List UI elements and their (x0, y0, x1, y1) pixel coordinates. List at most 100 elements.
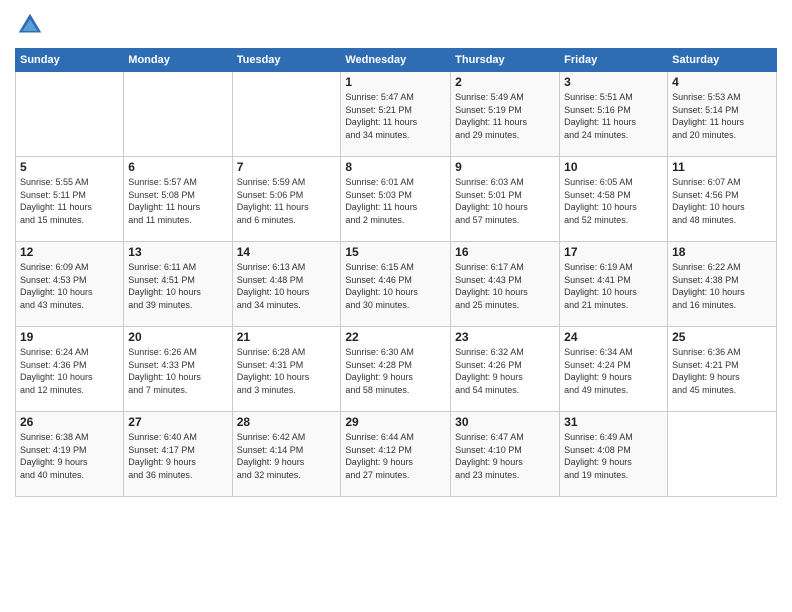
day-cell: 13Sunrise: 6:11 AM Sunset: 4:51 PM Dayli… (124, 242, 232, 327)
day-number: 5 (20, 160, 119, 174)
day-info: Sunrise: 6:49 AM Sunset: 4:08 PM Dayligh… (564, 431, 663, 481)
day-number: 27 (128, 415, 227, 429)
weekday-header-tuesday: Tuesday (232, 49, 341, 72)
day-info: Sunrise: 6:30 AM Sunset: 4:28 PM Dayligh… (345, 346, 446, 396)
day-number: 22 (345, 330, 446, 344)
day-cell: 16 Sunrise: 6:17 AM Sunset: 4:43 PM Dayli… (451, 242, 560, 327)
day-number: 24 (564, 330, 663, 344)
day-cell: 25Sunrise: 6:36 AM Sunset: 4:21 PM Dayli… (668, 327, 777, 412)
day-cell: 18 Sunrise: 6:22 AM Sunset: 4:38 PM Dayli… (668, 242, 777, 327)
day-number: 26 (20, 415, 119, 429)
calendar-table: SundayMondayTuesdayWednesdayThursdayFrid… (15, 48, 777, 497)
weekday-header-saturday: Saturday (668, 49, 777, 72)
day-cell: 17Sunrise: 6:19 AM Sunset: 4:41 PM Dayli… (560, 242, 668, 327)
day-cell: 8 Sunrise: 6:01 AM Sunset: 5:03 PM Daylig… (341, 157, 451, 242)
day-cell: 31 Sunrise: 6:49 AM Sunset: 4:08 PM Dayli… (560, 412, 668, 497)
day-info: Sunrise: 6:38 AM Sunset: 4:19 PM Dayligh… (20, 431, 119, 481)
day-info: Sunrise: 6:09 AM Sunset: 4:53 PM Dayligh… (20, 261, 119, 311)
weekday-header-monday: Monday (124, 49, 232, 72)
day-number: 4 (672, 75, 772, 89)
day-number: 10 (564, 160, 663, 174)
day-info: Sunrise: 6:42 AM Sunset: 4:14 PM Dayligh… (237, 431, 337, 481)
day-cell: 26 Sunrise: 6:38 AM Sunset: 4:19 PM Dayli… (16, 412, 124, 497)
day-number: 16 (455, 245, 555, 259)
day-number: 14 (237, 245, 337, 259)
day-number: 11 (672, 160, 772, 174)
day-number: 29 (345, 415, 446, 429)
day-number: 9 (455, 160, 555, 174)
day-cell: 28 Sunrise: 6:42 AM Sunset: 4:14 PM Dayli… (232, 412, 341, 497)
day-cell: 1 Sunrise: 5:47 AM Sunset: 5:21 PM Daylig… (341, 72, 451, 157)
day-info: Sunrise: 6:15 AM Sunset: 4:46 PM Dayligh… (345, 261, 446, 311)
day-info: Sunrise: 5:53 AM Sunset: 5:14 PM Dayligh… (672, 91, 772, 141)
day-cell (668, 412, 777, 497)
day-number: 21 (237, 330, 337, 344)
day-cell: 27 Sunrise: 6:40 AM Sunset: 4:17 PM Dayli… (124, 412, 232, 497)
logo-icon (15, 10, 45, 40)
day-cell: 5 Sunrise: 5:55 AM Sunset: 5:11 PM Daylig… (16, 157, 124, 242)
day-info: Sunrise: 5:49 AM Sunset: 5:19 PM Dayligh… (455, 91, 555, 141)
day-cell: 4 Sunrise: 5:53 AM Sunset: 5:14 PM Daylig… (668, 72, 777, 157)
day-number: 28 (237, 415, 337, 429)
day-cell: 22 Sunrise: 6:30 AM Sunset: 4:28 PM Dayli… (341, 327, 451, 412)
day-cell: 11Sunrise: 6:07 AM Sunset: 4:56 PM Dayli… (668, 157, 777, 242)
weekday-header-friday: Friday (560, 49, 668, 72)
day-info: Sunrise: 5:51 AM Sunset: 5:16 PM Dayligh… (564, 91, 663, 141)
weekday-row: SundayMondayTuesdayWednesdayThursdayFrid… (16, 49, 777, 72)
day-number: 7 (237, 160, 337, 174)
day-cell: 19 Sunrise: 6:24 AM Sunset: 4:36 PM Dayli… (16, 327, 124, 412)
day-info: Sunrise: 6:19 AM Sunset: 4:41 PM Dayligh… (564, 261, 663, 311)
day-cell: 23 Sunrise: 6:32 AM Sunset: 4:26 PM Dayli… (451, 327, 560, 412)
day-info: Sunrise: 6:34 AM Sunset: 4:24 PM Dayligh… (564, 346, 663, 396)
calendar-header: SundayMondayTuesdayWednesdayThursdayFrid… (16, 49, 777, 72)
logo (15, 10, 49, 40)
day-info: Sunrise: 6:32 AM Sunset: 4:26 PM Dayligh… (455, 346, 555, 396)
day-number: 15 (345, 245, 446, 259)
day-info: Sunrise: 6:22 AM Sunset: 4:38 PM Dayligh… (672, 261, 772, 311)
day-number: 18 (672, 245, 772, 259)
day-info: Sunrise: 6:24 AM Sunset: 4:36 PM Dayligh… (20, 346, 119, 396)
day-number: 2 (455, 75, 555, 89)
day-cell (232, 72, 341, 157)
week-row-1: 1 Sunrise: 5:47 AM Sunset: 5:21 PM Daylig… (16, 72, 777, 157)
day-cell: 15 Sunrise: 6:15 AM Sunset: 4:46 PM Dayli… (341, 242, 451, 327)
day-number: 20 (128, 330, 227, 344)
day-info: Sunrise: 6:13 AM Sunset: 4:48 PM Dayligh… (237, 261, 337, 311)
week-row-4: 19 Sunrise: 6:24 AM Sunset: 4:36 PM Dayli… (16, 327, 777, 412)
day-info: Sunrise: 6:01 AM Sunset: 5:03 PM Dayligh… (345, 176, 446, 226)
day-number: 1 (345, 75, 446, 89)
day-cell: 10Sunrise: 6:05 AM Sunset: 4:58 PM Dayli… (560, 157, 668, 242)
day-info: Sunrise: 5:59 AM Sunset: 5:06 PM Dayligh… (237, 176, 337, 226)
day-info: Sunrise: 6:17 AM Sunset: 4:43 PM Dayligh… (455, 261, 555, 311)
day-number: 3 (564, 75, 663, 89)
day-info: Sunrise: 6:36 AM Sunset: 4:21 PM Dayligh… (672, 346, 772, 396)
day-info: Sunrise: 6:40 AM Sunset: 4:17 PM Dayligh… (128, 431, 227, 481)
week-row-3: 12Sunrise: 6:09 AM Sunset: 4:53 PM Dayli… (16, 242, 777, 327)
day-cell: 3 Sunrise: 5:51 AM Sunset: 5:16 PM Daylig… (560, 72, 668, 157)
day-info: Sunrise: 5:55 AM Sunset: 5:11 PM Dayligh… (20, 176, 119, 226)
day-info: Sunrise: 6:03 AM Sunset: 5:01 PM Dayligh… (455, 176, 555, 226)
week-row-2: 5 Sunrise: 5:55 AM Sunset: 5:11 PM Daylig… (16, 157, 777, 242)
day-number: 19 (20, 330, 119, 344)
day-cell: 21 Sunrise: 6:28 AM Sunset: 4:31 PM Dayli… (232, 327, 341, 412)
header (15, 10, 777, 40)
day-info: Sunrise: 5:47 AM Sunset: 5:21 PM Dayligh… (345, 91, 446, 141)
week-row-5: 26 Sunrise: 6:38 AM Sunset: 4:19 PM Dayli… (16, 412, 777, 497)
day-cell: 9 Sunrise: 6:03 AM Sunset: 5:01 PM Daylig… (451, 157, 560, 242)
day-cell: 12Sunrise: 6:09 AM Sunset: 4:53 PM Dayli… (16, 242, 124, 327)
day-cell: 6Sunrise: 5:57 AM Sunset: 5:08 PM Daylig… (124, 157, 232, 242)
day-cell: 29 Sunrise: 6:44 AM Sunset: 4:12 PM Dayli… (341, 412, 451, 497)
day-number: 8 (345, 160, 446, 174)
day-cell: 2 Sunrise: 5:49 AM Sunset: 5:19 PM Daylig… (451, 72, 560, 157)
day-number: 23 (455, 330, 555, 344)
day-info: Sunrise: 6:28 AM Sunset: 4:31 PM Dayligh… (237, 346, 337, 396)
day-cell: 30Sunrise: 6:47 AM Sunset: 4:10 PM Dayli… (451, 412, 560, 497)
day-number: 31 (564, 415, 663, 429)
day-number: 13 (128, 245, 227, 259)
day-info: Sunrise: 6:44 AM Sunset: 4:12 PM Dayligh… (345, 431, 446, 481)
day-cell (124, 72, 232, 157)
day-cell: 24 Sunrise: 6:34 AM Sunset: 4:24 PM Dayli… (560, 327, 668, 412)
weekday-header-thursday: Thursday (451, 49, 560, 72)
day-cell: 7 Sunrise: 5:59 AM Sunset: 5:06 PM Daylig… (232, 157, 341, 242)
day-info: Sunrise: 5:57 AM Sunset: 5:08 PM Dayligh… (128, 176, 227, 226)
